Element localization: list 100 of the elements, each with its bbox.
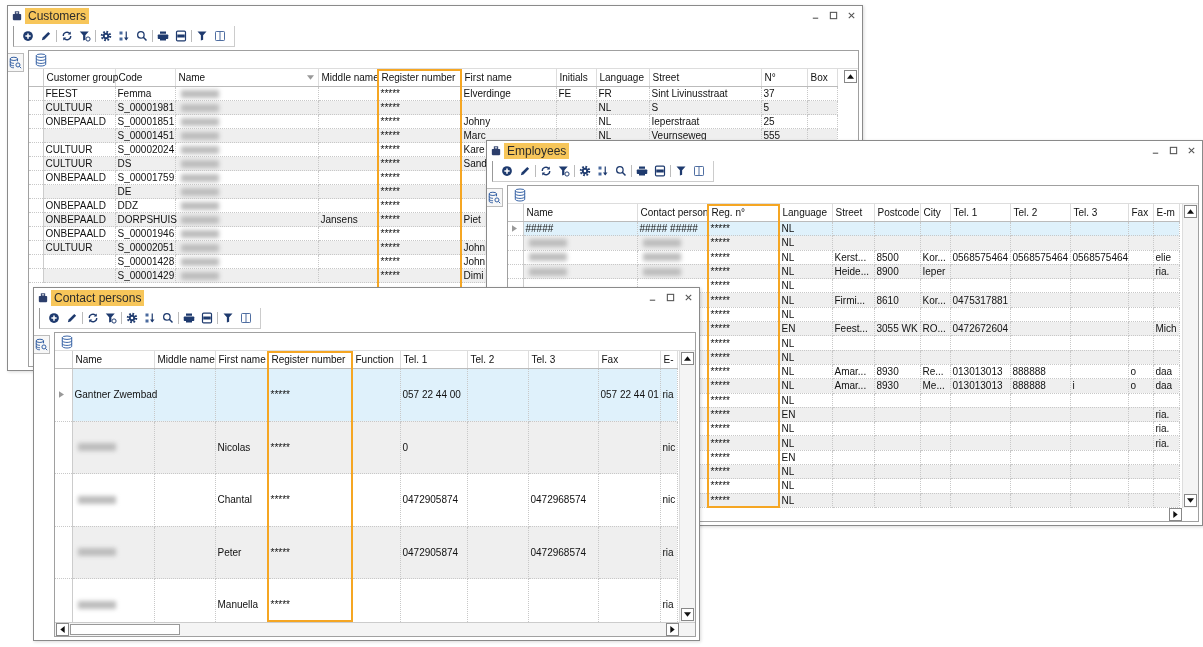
columns-icon[interactable] [240, 312, 252, 324]
refresh-icon[interactable] [61, 30, 73, 42]
table-row[interactable]: Nicolas ***** 0 nic [55, 421, 677, 474]
vertical-scrollbar[interactable] [1182, 204, 1198, 508]
close-icon[interactable] [847, 11, 856, 20]
columns-icon[interactable] [693, 165, 705, 177]
table-row[interactable]: S_00001451 ***** Marc NL Veurnseweg 555 [29, 128, 837, 143]
column-header[interactable]: Tel. 2 [470, 354, 495, 365]
column-header[interactable]: E-m [1156, 207, 1175, 218]
scroll-down-button[interactable] [681, 608, 694, 621]
add-icon[interactable] [48, 312, 60, 324]
column-header[interactable]: Register number [381, 72, 456, 83]
export-icon[interactable] [175, 30, 187, 42]
settings-icon[interactable] [100, 30, 112, 42]
filter-icon[interactable] [222, 312, 234, 324]
add-icon[interactable] [22, 30, 34, 42]
column-header[interactable]: Box [810, 72, 828, 83]
column-header[interactable]: Fax [1131, 207, 1149, 218]
database-search-button[interactable] [34, 335, 50, 354]
table-row[interactable]: FEEST Femma ***** Elverdinge FE FR Sint Livinusstraat 37 [29, 86, 837, 101]
scroll-down-button[interactable] [1184, 494, 1197, 507]
column-header[interactable]: First name [464, 72, 512, 83]
table-row[interactable]: ##### ##### ##### ***** NL [508, 221, 1179, 236]
settings-icon[interactable] [579, 165, 591, 177]
search-icon[interactable] [162, 312, 174, 324]
scroll-left-button[interactable] [56, 623, 69, 636]
refresh-icon[interactable] [87, 312, 99, 324]
column-header[interactable]: Name [178, 72, 206, 83]
columns-icon[interactable] [214, 30, 226, 42]
scrollbar-thumb[interactable] [70, 624, 180, 635]
table-row[interactable]: ***** NL Heide... 8900 Ieper ria. [508, 264, 1179, 279]
column-header[interactable]: City [923, 207, 941, 218]
dropdown-caret-icon[interactable] [306, 75, 314, 80]
vertical-scrollbar[interactable] [679, 351, 695, 622]
database-icon[interactable] [61, 334, 73, 349]
scroll-up-button[interactable] [844, 70, 857, 83]
database-search-button[interactable] [487, 188, 503, 207]
export-icon[interactable] [654, 165, 666, 177]
maximize-icon[interactable] [666, 293, 675, 302]
filter-icon[interactable] [675, 165, 687, 177]
database-icon[interactable] [35, 52, 47, 67]
scroll-up-button[interactable] [1184, 205, 1197, 218]
column-header[interactable]: Customer group [46, 72, 119, 83]
column-header[interactable]: Tel. 2 [1013, 207, 1038, 218]
close-icon[interactable] [1187, 146, 1196, 155]
search-icon[interactable] [136, 30, 148, 42]
table-row[interactable]: Peter ***** 0472905874 0472968574 ria [55, 526, 677, 579]
print-icon[interactable] [157, 30, 169, 42]
export-icon[interactable] [201, 312, 213, 324]
filter-clear-icon[interactable] [105, 312, 117, 324]
database-search-button[interactable] [8, 53, 24, 72]
table-row[interactable]: ONBEPAALD S_00001851 ***** Johny NL Ieperstraat 25 [29, 114, 837, 129]
column-header[interactable]: Tel. 1 [403, 354, 428, 365]
column-header[interactable]: Fax [601, 354, 619, 365]
edit-icon[interactable] [519, 165, 531, 177]
filter-icon[interactable] [196, 30, 208, 42]
filter-clear-icon[interactable] [558, 165, 570, 177]
column-header[interactable]: Name [75, 354, 103, 365]
column-header[interactable]: First name [218, 354, 266, 365]
column-header[interactable]: Code [118, 72, 143, 83]
scroll-up-button[interactable] [681, 352, 694, 365]
column-header[interactable]: Middle name [321, 72, 379, 83]
column-header[interactable]: Register number [271, 354, 346, 365]
refresh-icon[interactable] [540, 165, 552, 177]
column-header[interactable]: Middle name [157, 354, 215, 365]
column-header[interactable]: Tel. 1 [953, 207, 978, 218]
sort-icon[interactable] [118, 30, 130, 42]
maximize-icon[interactable] [829, 11, 838, 20]
column-header[interactable]: Street [652, 72, 680, 83]
search-icon[interactable] [615, 165, 627, 177]
sort-icon[interactable] [597, 165, 609, 177]
column-header[interactable]: Name [526, 207, 554, 218]
scroll-right-button[interactable] [1169, 508, 1182, 521]
column-header[interactable]: Reg. n° [711, 207, 745, 218]
close-icon[interactable] [684, 293, 693, 302]
print-icon[interactable] [183, 312, 195, 324]
column-header[interactable]: N° [764, 72, 776, 83]
column-header[interactable]: Function [355, 354, 394, 365]
column-header[interactable]: Language [782, 207, 827, 218]
table-row[interactable]: CULTUUR S_00001981 ***** NL S 5 [29, 100, 837, 115]
print-icon[interactable] [636, 165, 648, 177]
column-header[interactable]: Tel. 3 [1073, 207, 1098, 218]
table-row[interactable]: ***** NL [508, 235, 1179, 251]
table-row[interactable]: Gantner Zwembad ***** 057 22 44 00 057 22 44 01 ria [55, 368, 677, 421]
sort-icon[interactable] [144, 312, 156, 324]
maximize-icon[interactable] [1169, 146, 1178, 155]
column-header[interactable]: Tel. 3 [531, 354, 556, 365]
edit-icon[interactable] [66, 312, 78, 324]
column-header[interactable]: Language [599, 72, 644, 83]
scroll-right-button[interactable] [666, 623, 679, 636]
database-icon[interactable] [514, 187, 526, 202]
add-icon[interactable] [501, 165, 513, 177]
column-header[interactable]: E- [663, 354, 674, 365]
filter-clear-icon[interactable] [79, 30, 91, 42]
horizontal-scrollbar[interactable] [55, 622, 695, 636]
column-header[interactable]: Street [835, 207, 863, 218]
edit-icon[interactable] [40, 30, 52, 42]
column-header[interactable]: Postcode [877, 207, 920, 218]
column-header[interactable]: Initials [559, 72, 588, 83]
settings-icon[interactable] [126, 312, 138, 324]
